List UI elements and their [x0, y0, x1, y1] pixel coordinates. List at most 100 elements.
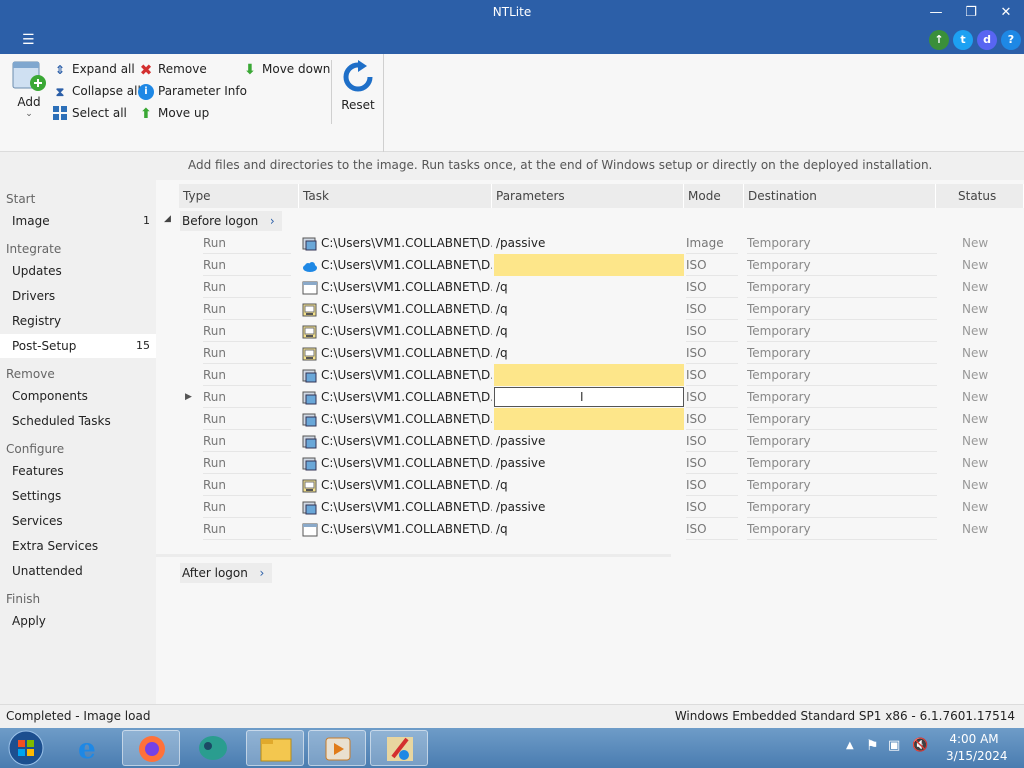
twitter-icon[interactable]: t: [953, 30, 973, 50]
row-mode[interactable]: ISO: [686, 430, 707, 452]
close-button[interactable]: ✕: [991, 3, 1021, 23]
row-task[interactable]: C:\Users\VM1.COLLABNET\D...: [302, 430, 492, 452]
sidebar-item-apply[interactable]: Apply: [0, 609, 156, 633]
row-task[interactable]: C:\Users\VM1.COLLABNET\D...: [302, 518, 492, 540]
row-task[interactable]: C:\Users\VM1.COLLABNET\D...: [302, 342, 492, 364]
row-task[interactable]: C:\Users\VM1.COLLABNET\D...: [302, 452, 492, 474]
firefox-icon[interactable]: [122, 730, 180, 766]
ntlite-icon[interactable]: [370, 730, 428, 766]
row-parameters[interactable]: [494, 254, 684, 276]
row-mode[interactable]: ISO: [686, 474, 707, 496]
row-mode[interactable]: ISO: [686, 408, 707, 430]
parameter-info-button[interactable]: i Parameter Info: [138, 81, 247, 101]
row-task[interactable]: C:\Users\VM1.COLLABNET\D...: [302, 364, 492, 386]
row-destination[interactable]: Temporary: [747, 232, 811, 254]
row-mode[interactable]: ISO: [686, 276, 707, 298]
parameter-input[interactable]: [494, 387, 684, 407]
sidebar-item-unattended[interactable]: Unattended: [0, 559, 156, 583]
column-header-destination[interactable]: Destination: [744, 184, 936, 208]
sidebar-item-features[interactable]: Features: [0, 459, 156, 483]
row-destination[interactable]: Temporary: [747, 518, 811, 540]
row-mode[interactable]: ISO: [686, 496, 707, 518]
column-header-parameters[interactable]: Parameters: [492, 184, 684, 208]
sidebar-item-image[interactable]: Image 1: [0, 209, 156, 233]
table-row[interactable]: Run C:\Users\VM1.COLLABNET\D.../q ISO Tempo…: [156, 298, 1024, 320]
clock-date[interactable]: 3/15/2024: [946, 749, 1008, 763]
row-mode[interactable]: ISO: [686, 452, 707, 474]
row-parameters[interactable]: /q: [494, 320, 684, 342]
row-task[interactable]: C:\Users\VM1.COLLABNET\D...: [302, 254, 492, 276]
row-mode[interactable]: ISO: [686, 386, 707, 408]
row-destination[interactable]: Temporary: [747, 452, 811, 474]
row-mode[interactable]: ISO: [686, 342, 707, 364]
sidebar-item-drivers[interactable]: Drivers: [0, 284, 156, 308]
restore-button[interactable]: ❐: [956, 3, 986, 23]
table-row[interactable]: Run C:\Users\VM1.COLLABNET\D.../passive IS…: [156, 430, 1024, 452]
tray-expand-icon[interactable]: ▲: [846, 740, 854, 751]
row-parameters[interactable]: /passive: [494, 452, 684, 474]
row-destination[interactable]: Temporary: [747, 430, 811, 452]
minimize-button[interactable]: —: [921, 3, 951, 23]
table-row[interactable]: Run C:\Users\VM1.COLLABNET\D... ISO Tempora…: [156, 254, 1024, 276]
row-parameters[interactable]: /q: [494, 518, 684, 540]
row-task[interactable]: C:\Users\VM1.COLLABNET\D...: [302, 320, 492, 342]
network-icon[interactable]: ▣: [888, 738, 900, 753]
row-parameters[interactable]: /q: [494, 342, 684, 364]
row-destination[interactable]: Temporary: [747, 342, 811, 364]
group-after-logon[interactable]: After logon ›: [180, 563, 272, 583]
row-destination[interactable]: Temporary: [747, 298, 811, 320]
row-destination[interactable]: Temporary: [747, 496, 811, 518]
media-player-icon[interactable]: [308, 730, 366, 766]
row-task[interactable]: C:\Users\VM1.COLLABNET\D...: [302, 298, 492, 320]
remove-button[interactable]: ✖ Remove: [138, 59, 207, 79]
discord-icon[interactable]: d: [977, 30, 997, 50]
collapse-triangle-icon[interactable]: ◢: [164, 214, 171, 224]
volume-muted-icon[interactable]: 🔇: [912, 738, 928, 753]
expand-all-button[interactable]: ⇕ Expand all: [52, 59, 135, 79]
sidebar-item-extra-services[interactable]: Extra Services: [0, 534, 156, 558]
row-mode[interactable]: ISO: [686, 254, 707, 276]
row-parameters[interactable]: /q: [494, 474, 684, 496]
row-destination[interactable]: Temporary: [747, 254, 811, 276]
table-row[interactable]: Run C:\Users\VM1.COLLABNET\D... ISO Tempora…: [156, 364, 1024, 386]
row-parameters[interactable]: /q: [494, 298, 684, 320]
table-row[interactable]: Run C:\Users\VM1.COLLABNET\D.../q ISO Tempo…: [156, 342, 1024, 364]
file-explorer-icon[interactable]: [246, 730, 304, 766]
internet-explorer-icon[interactable]: e: [60, 730, 118, 766]
row-parameters[interactable]: /passive: [494, 430, 684, 452]
table-row[interactable]: Run C:\Users\VM1.COLLABNET\D.../q ISO Tempo…: [156, 320, 1024, 342]
sidebar-item-scheduled-tasks[interactable]: Scheduled Tasks: [0, 409, 156, 433]
row-mode[interactable]: ISO: [686, 518, 707, 540]
sidebar-item-services[interactable]: Services: [0, 509, 156, 533]
row-mode[interactable]: Image: [686, 232, 724, 254]
move-down-button[interactable]: ⬇ Move down: [242, 59, 330, 79]
add-button[interactable]: Add ⌄: [8, 58, 50, 128]
sidebar-item-post-setup[interactable]: Post-Setup 15: [0, 334, 156, 358]
menu-icon[interactable]: ☰: [22, 31, 42, 49]
table-row[interactable]: Run C:\Users\VM1.COLLABNET\D.../passive IS…: [156, 496, 1024, 518]
row-destination[interactable]: Temporary: [747, 474, 811, 496]
start-button[interactable]: [6, 729, 46, 767]
column-header-status[interactable]: Status: [936, 184, 1024, 208]
table-row[interactable]: Run C:\Users\VM1.COLLABNET\D... ISO Tempora…: [156, 408, 1024, 430]
sidebar-item-settings[interactable]: Settings: [0, 484, 156, 508]
reset-button[interactable]: Reset: [338, 60, 378, 120]
action-center-flag-icon[interactable]: ⚑: [866, 738, 879, 754]
table-row[interactable]: Run C:\Users\VM1.COLLABNET\D.../q ISO Tempo…: [156, 474, 1024, 496]
row-mode[interactable]: ISO: [686, 320, 707, 342]
row-parameters[interactable]: /passive: [494, 232, 684, 254]
update-arrow-icon[interactable]: ↑: [929, 30, 949, 50]
row-expander-icon[interactable]: ▶: [185, 386, 192, 408]
table-row[interactable]: Run C:\Users\VM1.COLLABNET\D.../q ISO Tempo…: [156, 518, 1024, 540]
row-destination[interactable]: Temporary: [747, 386, 811, 408]
clock-time[interactable]: 4:00 AM: [946, 732, 1002, 746]
row-task[interactable]: C:\Users\VM1.COLLABNET\D...: [302, 496, 492, 518]
column-header-type[interactable]: Type: [179, 184, 299, 208]
row-parameters[interactable]: /passive: [494, 496, 684, 518]
collapse-all-button[interactable]: ⧗ Collapse all: [52, 81, 141, 101]
row-task[interactable]: C:\Users\VM1.COLLABNET\D...: [302, 232, 492, 254]
help-icon[interactable]: ?: [1001, 30, 1021, 50]
column-header-mode[interactable]: Mode: [684, 184, 744, 208]
row-task[interactable]: C:\Users\VM1.COLLABNET\D...: [302, 276, 492, 298]
row-parameters[interactable]: /q: [494, 276, 684, 298]
